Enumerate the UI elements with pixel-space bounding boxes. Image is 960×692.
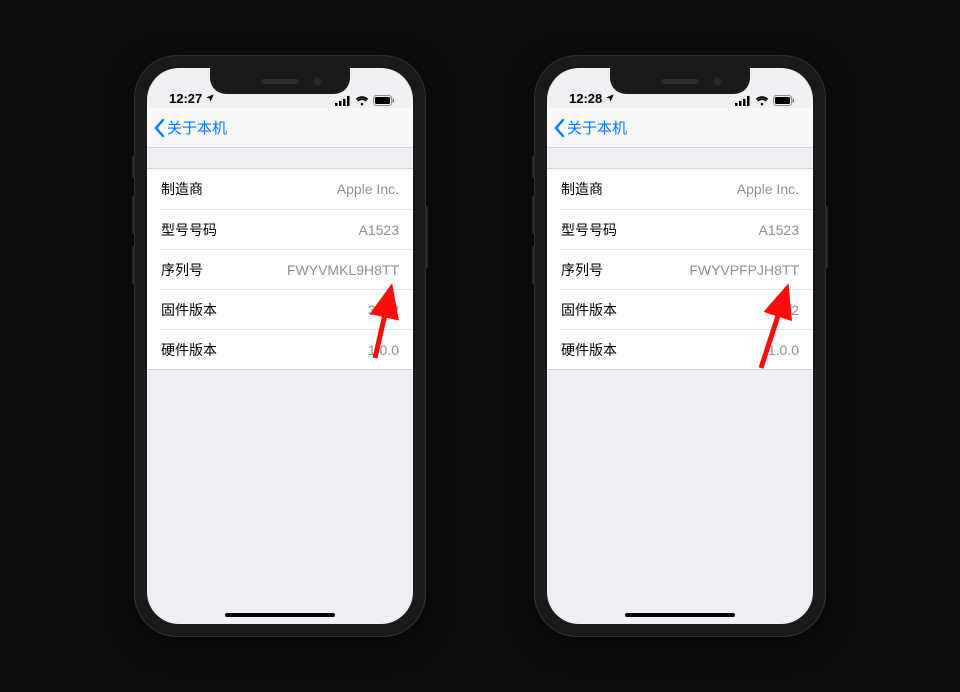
front-camera xyxy=(713,77,722,86)
row-label: 固件版本 xyxy=(561,300,617,320)
front-camera xyxy=(313,77,322,86)
notch xyxy=(610,68,750,94)
back-button[interactable]: 关于本机 xyxy=(553,117,627,138)
status-time: 12:27 xyxy=(169,91,202,106)
screen: 12:28 关于本机 xyxy=(547,68,813,624)
row-value: FWYVMKL9H8TT xyxy=(287,262,399,278)
row-label: 制造商 xyxy=(561,179,603,199)
power-button xyxy=(425,206,428,268)
row-value: Apple Inc. xyxy=(337,181,399,197)
row-label: 序列号 xyxy=(161,260,203,280)
row-firmware[interactable]: 固件版本 6.3.2 xyxy=(561,289,813,329)
cellular-signal-icon xyxy=(735,96,751,106)
row-value: 3.7.2 xyxy=(368,302,399,318)
settings-list: 制造商 Apple Inc. 型号号码 A1523 序列号 FWYVMKL9H8… xyxy=(147,168,413,370)
row-hardware[interactable]: 硬件版本 1.0.0 xyxy=(561,329,813,369)
power-button xyxy=(825,206,828,268)
row-manufacturer[interactable]: 制造商 Apple Inc. xyxy=(147,169,413,209)
row-label: 硬件版本 xyxy=(561,340,617,360)
volume-down-button xyxy=(532,246,535,284)
mute-switch xyxy=(532,156,535,178)
volume-down-button xyxy=(132,246,135,284)
row-model[interactable]: 型号号码 A1523 xyxy=(161,209,413,249)
row-value: 6.3.2 xyxy=(768,302,799,318)
phone-right: 12:28 关于本机 xyxy=(535,56,825,636)
nav-bar: 关于本机 xyxy=(147,108,413,148)
row-serial[interactable]: 序列号 FWYVMKL9H8TT xyxy=(161,249,413,289)
row-value: 1.0.0 xyxy=(368,342,399,358)
row-value: 1.0.0 xyxy=(768,342,799,358)
back-button[interactable]: 关于本机 xyxy=(153,117,227,138)
row-label: 制造商 xyxy=(161,179,203,199)
status-time: 12:28 xyxy=(569,91,602,106)
row-manufacturer[interactable]: 制造商 Apple Inc. xyxy=(547,169,813,209)
speaker-grille xyxy=(661,79,699,84)
location-icon xyxy=(605,91,615,106)
row-value: A1523 xyxy=(359,222,399,238)
row-model[interactable]: 型号号码 A1523 xyxy=(561,209,813,249)
row-value: Apple Inc. xyxy=(737,181,799,197)
volume-up-button xyxy=(532,196,535,234)
row-serial[interactable]: 序列号 FWYVPFPJH8TT xyxy=(561,249,813,289)
row-label: 型号号码 xyxy=(161,220,217,240)
location-icon xyxy=(205,91,215,106)
row-label: 型号号码 xyxy=(561,220,617,240)
cellular-signal-icon xyxy=(335,96,351,106)
notch xyxy=(210,68,350,94)
row-hardware[interactable]: 硬件版本 1.0.0 xyxy=(161,329,413,369)
battery-icon xyxy=(773,95,795,106)
screen: 12:27 关于本机 xyxy=(147,68,413,624)
row-label: 固件版本 xyxy=(161,300,217,320)
wifi-icon xyxy=(355,96,369,106)
volume-up-button xyxy=(132,196,135,234)
row-label: 硬件版本 xyxy=(161,340,217,360)
wifi-icon xyxy=(755,96,769,106)
row-firmware[interactable]: 固件版本 3.7.2 xyxy=(161,289,413,329)
home-indicator[interactable] xyxy=(625,613,735,617)
phone-left: 12:27 关于本机 xyxy=(135,56,425,636)
settings-list: 制造商 Apple Inc. 型号号码 A1523 序列号 FWYVPFPJH8… xyxy=(547,168,813,370)
back-label: 关于本机 xyxy=(167,117,227,138)
row-label: 序列号 xyxy=(561,260,603,280)
home-indicator[interactable] xyxy=(225,613,335,617)
speaker-grille xyxy=(261,79,299,84)
mute-switch xyxy=(132,156,135,178)
nav-bar: 关于本机 xyxy=(547,108,813,148)
back-label: 关于本机 xyxy=(567,117,627,138)
row-value: A1523 xyxy=(759,222,799,238)
row-value: FWYVPFPJH8TT xyxy=(689,262,799,278)
battery-icon xyxy=(373,95,395,106)
